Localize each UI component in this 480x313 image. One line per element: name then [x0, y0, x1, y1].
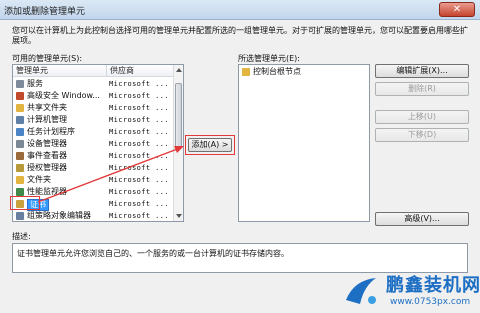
snapin-vendor: Microsoft ... [109, 92, 169, 100]
snapin-vendor: Microsoft ... [109, 200, 169, 208]
folder-icon [16, 176, 24, 184]
logo-icon [346, 278, 376, 304]
snapin-vendor: Microsoft ... [109, 140, 169, 148]
available-snapins-label: 可用的管理单元(S): [12, 54, 83, 63]
device-icon [16, 140, 24, 148]
selected-snapins-label: 所选管理单元(E): [238, 54, 300, 63]
list-item[interactable]: 高级安全 Window... Microsoft ... [13, 91, 171, 101]
watermark-url: www.0753px.com [390, 297, 471, 307]
folder-icon [242, 68, 250, 76]
snapin-name: 事件查看器 [27, 151, 67, 160]
add-button[interactable]: 添加(A) > [188, 138, 232, 152]
watermark-brand: 鹏鑫装机网 [386, 275, 480, 296]
snapin-vendor: Microsoft ... [109, 212, 169, 220]
list-item[interactable]: 控制台根节点 [239, 67, 359, 77]
list-item[interactable]: 设备管理器 Microsoft ... [13, 139, 171, 149]
advanced-button[interactable]: 高级(V)... [375, 212, 469, 226]
edit-extensions-button[interactable]: 编辑扩展(X)... [375, 64, 469, 78]
scroll-down-icon[interactable] [176, 214, 182, 218]
list-item[interactable]: 组策略对象编辑器 Microsoft ... [13, 211, 171, 221]
computer-icon [16, 116, 24, 124]
snapin-vendor: Microsoft ... [109, 80, 169, 88]
list-item[interactable]: 文件夹 Microsoft ... [13, 175, 171, 185]
list-item[interactable]: 共享文件夹 Microsoft ... [13, 103, 171, 113]
snapin-vendor: Microsoft ... [109, 176, 169, 184]
snapin-name: 组策略对象编辑器 [27, 211, 91, 220]
move-up-button[interactable]: 上移(U) [375, 110, 469, 124]
watermark: 鹏鑫装机网 www.0753px.com [338, 270, 480, 313]
snapin-name: 服务 [27, 79, 43, 88]
title-bar: 添加或删除管理单元 ✕ [0, 0, 480, 20]
snapin-vendor: Microsoft ... [109, 164, 169, 172]
close-button[interactable]: ✕ [439, 2, 475, 17]
column-header-vendor[interactable]: 供应商 [107, 65, 175, 77]
close-icon: ✕ [452, 4, 462, 15]
chart-icon [16, 188, 24, 196]
window-title: 添加或删除管理单元 [4, 7, 86, 17]
snapin-vendor: Microsoft ... [109, 152, 169, 160]
services-icon [16, 80, 24, 88]
move-down-button[interactable]: 下移(D) [375, 128, 469, 142]
folder-icon [16, 104, 24, 112]
snapin-name: 文件夹 [27, 175, 51, 184]
list-item[interactable]: 任务计划程序 Microsoft ... [13, 127, 171, 137]
available-list-scrollbar[interactable] [173, 65, 183, 221]
dialog-description: 您可以在计算机上为此控制台选择可用的管理单元并配置所选的一组管理单元。对于可扩展… [12, 26, 468, 45]
snapin-name: 高级安全 Window... [27, 91, 100, 100]
snapin-vendor: Microsoft ... [109, 116, 169, 124]
selected-snapins-list[interactable]: 控制台根节点 [238, 64, 370, 222]
remove-button[interactable]: 删除(R) [375, 82, 469, 96]
event-icon [16, 152, 24, 160]
column-header-snapin[interactable]: 管理单元 [13, 65, 107, 77]
selected-item-highlight [10, 196, 40, 210]
list-item[interactable]: 计算机管理 Microsoft ... [13, 115, 171, 125]
description-label: 描述: [12, 232, 31, 241]
snapin-name: 授权管理器 [27, 163, 67, 172]
policy-icon [16, 212, 24, 220]
snapin-vendor: Microsoft ... [109, 128, 169, 136]
snapin-name: 共享文件夹 [27, 103, 67, 112]
scroll-up-icon[interactable] [176, 68, 182, 72]
list-item[interactable]: 服务 Microsoft ... [13, 79, 171, 89]
description-text: 证书管理单元允许您浏览自己的、一个服务的或一台计算机的证书存储内容。 [17, 249, 289, 258]
key-icon [16, 164, 24, 172]
list-item[interactable]: 事件查看器 Microsoft ... [13, 151, 171, 161]
list-item[interactable]: 授权管理器 Microsoft ... [13, 163, 171, 173]
snapin-name: 任务计划程序 [27, 127, 75, 136]
snapin-vendor: Microsoft ... [109, 188, 169, 196]
snapin-vendor: Microsoft ... [109, 104, 169, 112]
firewall-icon [16, 92, 24, 100]
scroll-thumb[interactable] [175, 83, 182, 149]
clock-icon [16, 128, 24, 136]
snapin-name: 计算机管理 [27, 115, 67, 124]
description-box: 证书管理单元允许您浏览自己的、一个服务的或一台计算机的证书存储内容。 [12, 243, 468, 273]
snapin-name: 设备管理器 [27, 139, 67, 148]
